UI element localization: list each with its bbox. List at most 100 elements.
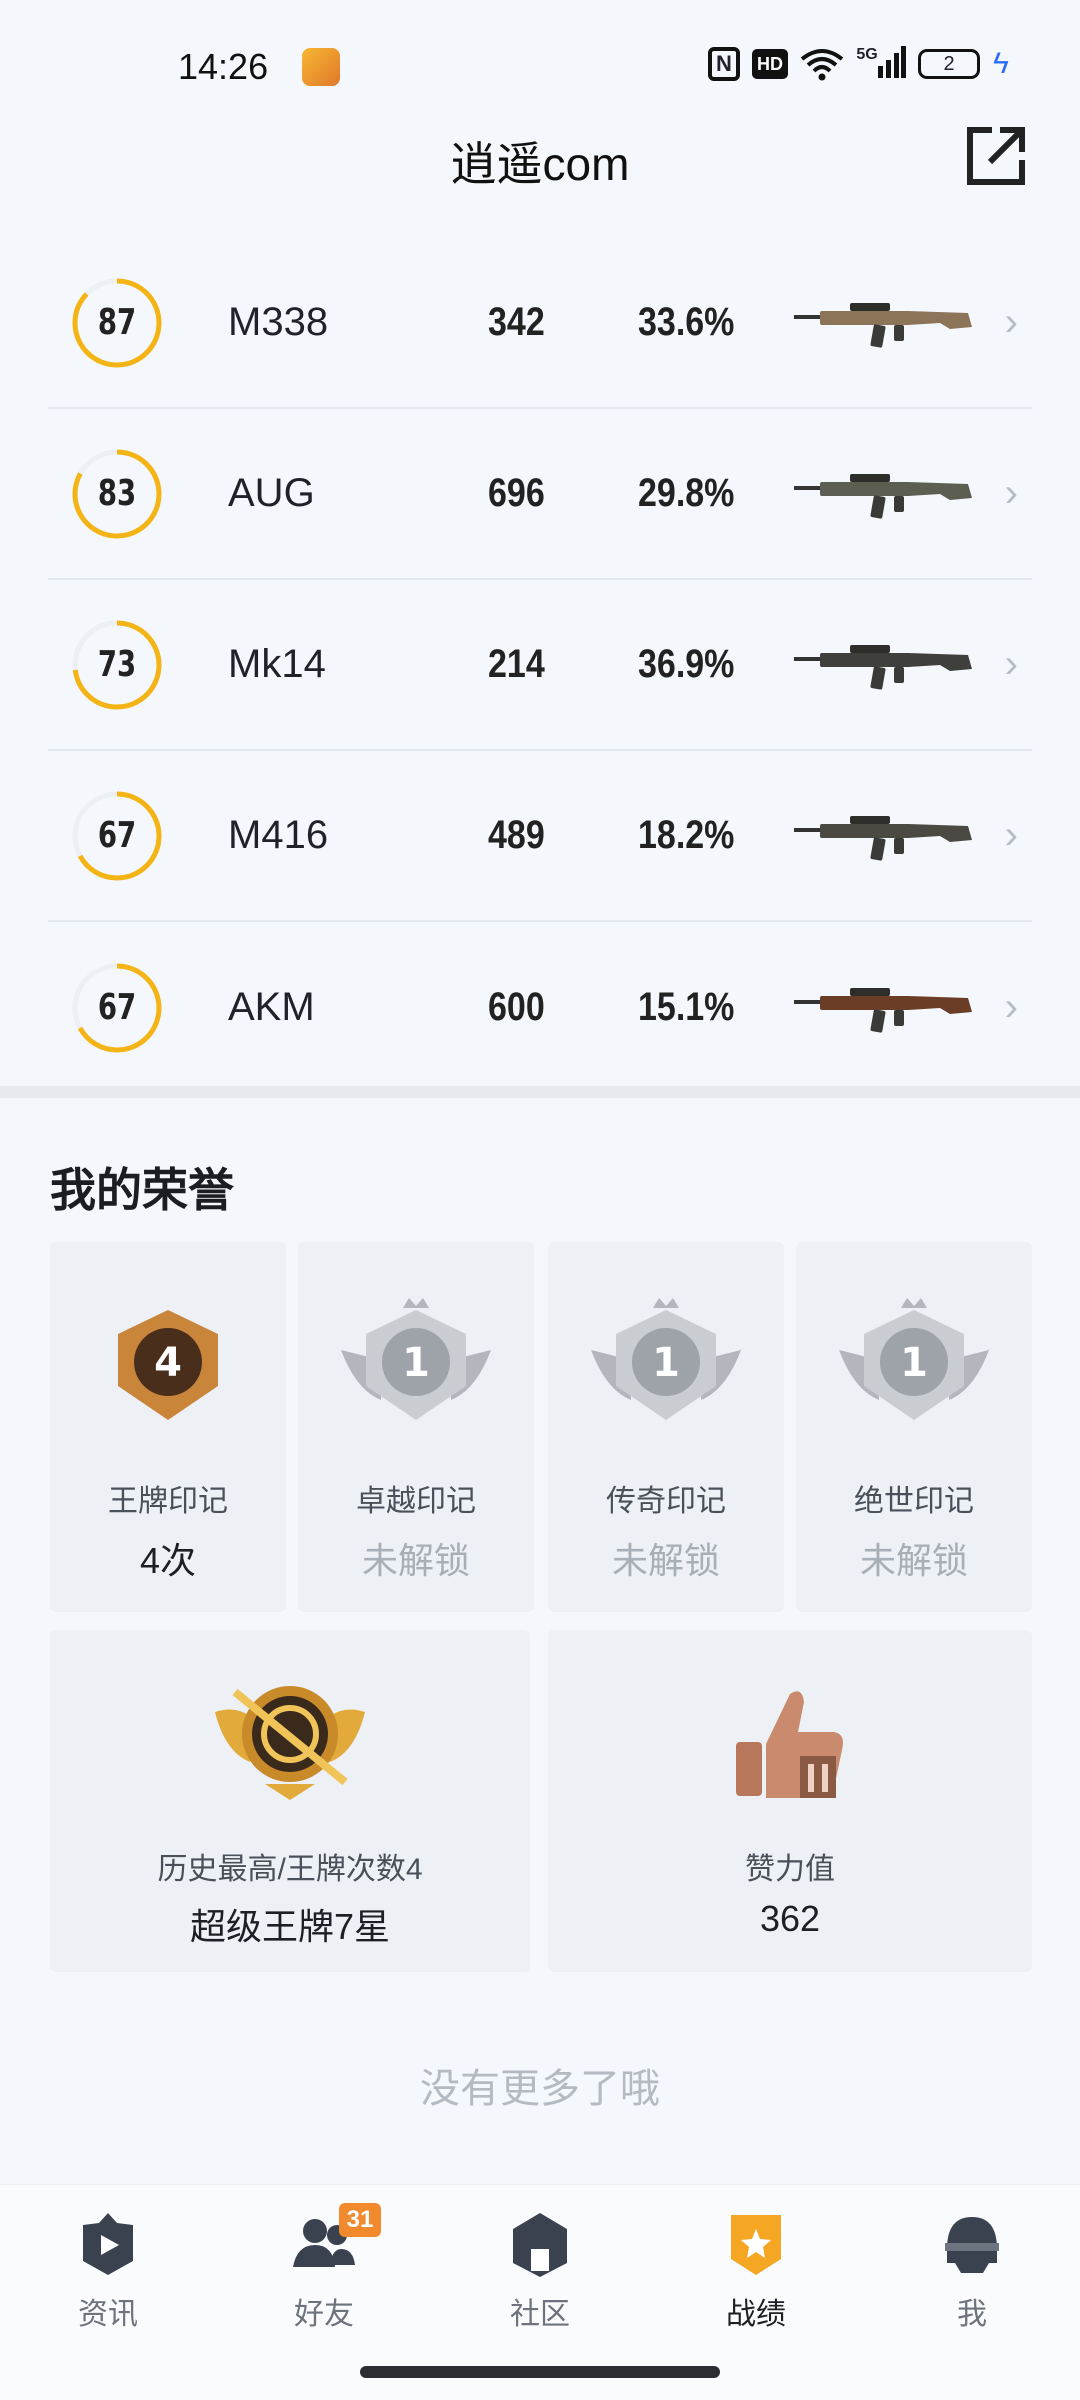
friends-icon: 31 [289,2203,381,2279]
nav-item-friends[interactable]: 31 好友 [254,2203,394,2333]
hd-icon: HD [752,49,788,79]
status-icons: N HD 5G 2 ϟ [708,46,1010,82]
weapon-rate: 15.1% [638,985,735,1029]
profile-icon [937,2209,1007,2279]
signal-label: 5G [856,46,878,63]
weapon-name: Mk14 [228,642,326,686]
nav-item-community[interactable]: 社区 [470,2209,610,2333]
weapon-rate: 33.6% [638,300,735,344]
weapon-kills: 342 [488,300,545,344]
game-notification-icon [302,48,340,86]
header: 逍遥com [0,120,1080,200]
likes-label: 赞力值 [745,1853,835,1886]
nav-item-record[interactable]: 战绩 [686,2209,826,2333]
locked-mark-badge-icon: 1 [331,1290,501,1440]
mk14-rifle-icon [790,635,976,695]
weapon-rating: 73 [97,643,137,685]
akm-rifle-icon [790,978,976,1038]
rating-ring: 73 [70,618,164,712]
rating-ring: 67 [70,789,164,883]
chevron-right-icon: › [1004,471,1018,515]
weapon-row[interactable]: 67 M416 489 18.2% › [48,751,1032,922]
aug-rifle-icon [790,464,976,524]
honor-mark-card[interactable]: 1 绝世印记 未解锁 [796,1242,1032,1612]
record-icon [721,2209,791,2279]
weapon-rate: 18.2% [638,813,735,857]
weapon-kills: 696 [488,471,545,515]
honor-mark-label: 绝世印记 [854,1485,974,1518]
chevron-right-icon: › [1004,985,1018,1029]
locked-mark-badge-icon: 1 [829,1290,999,1440]
weapon-row[interactable]: 67 AKM 600 15.1% › [48,922,1032,1093]
status-time: 14:26 [178,46,269,87]
ace-mark-badge-icon: 4 [83,1290,253,1440]
m416-rifle-icon [790,806,976,866]
thumbs-up-icon [730,1680,850,1810]
news-icon [73,2209,143,2279]
home-indicator[interactable] [360,2366,720,2378]
chevron-right-icon: › [1004,813,1018,857]
weapon-kills: 600 [488,985,545,1029]
weapon-rating: 87 [97,301,137,343]
rating-ring: 67 [70,961,164,1055]
honor-mark-value: 未解锁 [611,1540,720,1581]
wifi-icon [800,46,844,82]
nav-item-profile[interactable]: 我 [902,2209,1042,2333]
honor-mark-card[interactable]: 4 王牌印记 4次 [50,1242,286,1612]
rating-ring: 87 [70,276,164,370]
community-icon [505,2209,575,2279]
weapon-row[interactable]: 83 AUG 696 29.8% › [48,409,1032,580]
nav-label: 我 [957,2298,987,2331]
locked-mark-badge-icon: 1 [581,1290,751,1440]
weapon-row[interactable]: 73 Mk14 214 36.9% › [48,580,1032,751]
honor-mark-value: 未解锁 [361,1540,470,1581]
end-of-list-text: 没有更多了哦 [420,2067,660,2111]
honor-mark-card[interactable]: 1 传奇印记未解锁 [548,1242,784,1612]
unread-count-badge: 31 [339,2203,381,2237]
charging-icon: ϟ [993,47,1009,80]
weapon-name: M338 [228,300,329,344]
weapon-rating: 67 [97,814,137,856]
honor-mark-card[interactable]: 1 卓越印记未解锁 [298,1242,534,1612]
likes-card[interactable]: 赞力值 362 [548,1630,1032,1972]
nav-item-news[interactable]: 资讯 [38,2209,178,2333]
nav-label: 社区 [510,2298,570,2331]
mark-badge-number: 1 [652,1340,680,1386]
honor-mark-label: 王牌印记 [108,1485,228,1518]
honor-mark-label: 卓越印记 [356,1485,476,1518]
page-title: 逍遥com [450,138,630,190]
weapon-row[interactable]: 87 M338 342 33.6% › [48,238,1032,409]
m338-rifle-icon [790,293,976,353]
nav-label: 战绩 [726,2298,786,2331]
highest-rank-label: 历史最高/王牌次数4 [157,1853,423,1886]
weapon-rate: 36.9% [638,642,735,686]
mark-badge-number: 1 [900,1340,928,1386]
weapon-name: AUG [228,471,315,515]
chevron-right-icon: › [1004,642,1018,686]
rating-ring: 83 [70,447,164,541]
signal-icon: 5G [856,46,906,82]
weapon-name: AKM [228,985,315,1029]
mark-badge-number: 1 [402,1340,430,1386]
nfc-icon: N [708,47,740,81]
weapon-rating: 67 [97,986,137,1028]
mark-badge-number: 4 [154,1340,182,1386]
status-bar: 14:26 N HD 5G 2 ϟ [0,0,1080,130]
highest-rank-value: 超级王牌7星 [189,1906,391,1947]
honor-section-title: 我的荣誉 [50,1164,234,1216]
weapon-rate: 29.8% [638,471,735,515]
highest-rank-card[interactable]: 历史最高/王牌次数4 超级王牌7星 [50,1630,530,1972]
nav-label: 好友 [294,2298,354,2331]
honor-mark-label: 传奇印记 [606,1485,726,1518]
battery-icon: 2 [918,49,980,79]
share-icon[interactable] [964,124,1028,188]
weapon-kills: 214 [488,642,545,686]
weapon-list: 87 M338 342 33.6% › 83 AUG 696 29.8% › 73 Mk14 214 36… [48,238,1032,1093]
nav-label: 资讯 [78,2298,138,2331]
weapon-rating: 83 [97,472,137,514]
battery-level: 2 [943,52,955,75]
weapon-kills: 489 [488,813,545,857]
section-divider [0,1086,1080,1098]
ace-rank-badge-icon [205,1672,375,1802]
likes-value: 362 [759,1898,821,1939]
